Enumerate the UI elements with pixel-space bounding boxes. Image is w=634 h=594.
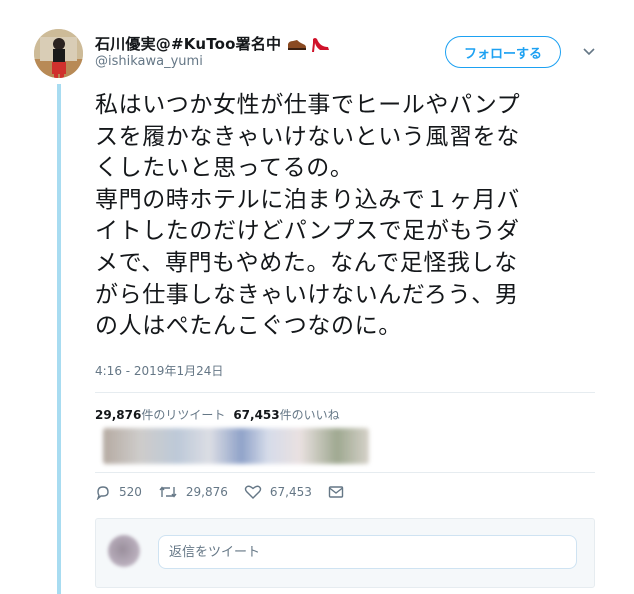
- tweet-line: 専門の時ホテルに泊まり込みで１ヶ月バ: [95, 186, 520, 213]
- avatar-photo: [34, 29, 83, 78]
- tweet-line: がら仕事しなきゃいけないんだろう、男: [95, 281, 519, 308]
- dm-action[interactable]: [328, 485, 344, 499]
- reply-icon: [96, 486, 109, 500]
- like-stat[interactable]: 67,453件のいいね: [233, 406, 339, 423]
- reply-composer: [95, 518, 595, 588]
- divider: [95, 472, 595, 473]
- tweet-text: 私はいつか女性が仕事でヒールやパンプ スを履かなきゃいけないという風習をな くし…: [95, 90, 615, 343]
- tweet-timestamp[interactable]: 4:16 - 2019年1月24日: [95, 362, 223, 379]
- reply-action[interactable]: 520: [95, 484, 142, 500]
- retweet-icon: [159, 486, 177, 498]
- retweet-stat[interactable]: 29,876件のリツイート: [95, 406, 225, 423]
- heart-icon: [244, 485, 262, 499]
- user-handle[interactable]: @ishikawa_yumi: [95, 54, 203, 69]
- tweet-stats: 29,876件のリツイート 67,453件のいいね: [95, 406, 340, 423]
- high-heel-icon: [312, 37, 330, 52]
- reply-count: 520: [119, 485, 142, 499]
- current-user-avatar: [108, 535, 140, 567]
- reply-input[interactable]: [158, 535, 577, 569]
- tweet-line: スを履かなきゃいけないという風習をな: [95, 123, 520, 150]
- chevron-down-icon[interactable]: [582, 44, 596, 58]
- display-name[interactable]: 石川優実@#KuToo署名中: [95, 33, 281, 54]
- like-stat-count: 67,453: [233, 408, 280, 422]
- thread-line: [57, 84, 61, 594]
- like-count: 67,453: [269, 485, 312, 499]
- retweet-count: 29,876: [185, 485, 228, 499]
- retweet-action[interactable]: 29,876: [158, 484, 228, 500]
- divider: [95, 392, 595, 393]
- liker-avatars-blurred: [103, 428, 369, 464]
- like-stat-label: 件のいいね: [279, 408, 340, 422]
- tweet-line: イトしたのだけどパンプスで足がもうダ: [95, 218, 520, 245]
- tweet-line: 私はいつか女性が仕事でヒールやパンプ: [95, 92, 521, 118]
- user-name-row[interactable]: 石川優実@#KuToo署名中: [95, 33, 331, 54]
- name-emoji-group: [287, 35, 331, 53]
- like-action[interactable]: 67,453: [244, 484, 312, 500]
- retweet-stat-label: 件のリツイート: [141, 408, 226, 422]
- envelope-icon: [328, 486, 344, 498]
- mens-shoe-icon: [288, 39, 307, 50]
- tweet-line: メで、専門もやめた。なんで足怪我しな: [95, 249, 518, 276]
- tweet-line: の人はぺたんこぐつなのに。: [95, 313, 402, 340]
- user-avatar[interactable]: [34, 29, 83, 78]
- tweet-actions: 520 29,876 67,453: [95, 484, 360, 500]
- retweet-stat-count: 29,876: [95, 408, 142, 422]
- follow-button[interactable]: フォローする: [445, 36, 561, 68]
- tweet-line: くしたいと思ってるの。: [95, 155, 354, 182]
